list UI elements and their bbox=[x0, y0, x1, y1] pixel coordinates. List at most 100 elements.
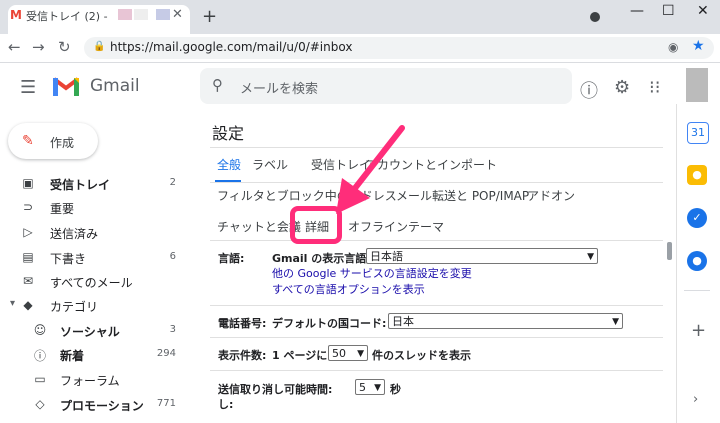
chevron-down-icon: ▼ bbox=[357, 349, 364, 359]
contacts-icon[interactable]: ● bbox=[687, 251, 707, 271]
view-icon[interactable]: ◉ bbox=[668, 40, 678, 54]
divider bbox=[210, 305, 663, 306]
send-icon: ▷ bbox=[23, 225, 33, 239]
keep-icon[interactable]: ● bbox=[687, 165, 707, 185]
all-mail-icon: ✉ bbox=[22, 274, 34, 288]
default-country-label: デフォルトの国コード: bbox=[272, 317, 387, 330]
forum-icon: ▭ bbox=[34, 372, 46, 386]
tasks-icon[interactable]: ✓ bbox=[687, 208, 707, 228]
sidebar-item-label: カテゴリ bbox=[50, 300, 99, 314]
draft-icon: ▤ bbox=[22, 250, 34, 264]
sidebar-item-label: 新着 bbox=[60, 349, 85, 363]
display-language-label: Gmail の表示言語: bbox=[272, 252, 371, 265]
blurred-text bbox=[156, 9, 170, 20]
page-size-select[interactable]: 50 ▼ bbox=[328, 345, 368, 361]
expand-arrow-icon[interactable]: ▾ bbox=[10, 298, 15, 309]
sidebar-item-count: 771 bbox=[156, 398, 176, 409]
settings-tab[interactable]: 全般 bbox=[217, 156, 241, 173]
settings-tab[interactable]: メール転送と POP/IMAP bbox=[396, 187, 529, 204]
undo-send-value: 5 bbox=[359, 381, 366, 394]
label-icon: ◆ bbox=[23, 298, 33, 312]
chevron-down-icon: ▼ bbox=[374, 383, 381, 393]
display-language-value: 日本語 bbox=[370, 250, 403, 263]
divider bbox=[210, 182, 663, 183]
blurred-text bbox=[134, 9, 148, 20]
default-country-value: 日本 bbox=[392, 315, 414, 328]
search-icon[interactable]: ⚲ bbox=[212, 76, 223, 94]
divider bbox=[210, 240, 663, 241]
avatar[interactable] bbox=[686, 68, 708, 102]
settings-tab[interactable]: アドオン bbox=[527, 187, 575, 204]
gmail-logo-text: Gmail bbox=[90, 76, 140, 96]
undo-send-select[interactable]: 5 ▼ bbox=[355, 379, 385, 395]
tab-title: 受信トレイ (2) - bbox=[26, 10, 108, 23]
page-title: 設定 bbox=[212, 124, 245, 143]
sidebar-item-label: 送信済み bbox=[50, 227, 99, 241]
settings-tab[interactable]: テーマ bbox=[408, 218, 444, 235]
divider bbox=[684, 290, 710, 291]
back-icon[interactable]: ← bbox=[8, 38, 21, 56]
chevron-down-icon: ▼ bbox=[612, 317, 619, 327]
sidebar-item-label: 受信トレイ bbox=[50, 178, 111, 192]
info-icon: ⓘ bbox=[33, 349, 46, 363]
page-size-suffix: 件のスレッドを表示 bbox=[372, 349, 471, 362]
page-size-prefix: 1 ページに bbox=[272, 349, 328, 362]
phone-label: 電話番号: bbox=[218, 317, 267, 330]
sidebar-item-label: 下書き bbox=[50, 252, 87, 266]
other-services-language-link[interactable]: 他の Google サービスの言語設定を変更 bbox=[272, 265, 472, 281]
undo-send-suffix: 秒 bbox=[390, 383, 401, 396]
inbox-icon: ▣ bbox=[22, 176, 34, 190]
search-input[interactable]: メールを検索 bbox=[240, 78, 318, 97]
profile-menu-icon[interactable] bbox=[590, 12, 600, 22]
divider bbox=[210, 337, 663, 338]
default-country-select[interactable]: 日本 ▼ bbox=[388, 313, 623, 329]
chevron-right-icon[interactable]: › bbox=[693, 392, 698, 407]
scrollbar-thumb[interactable] bbox=[667, 242, 672, 260]
sidebar-item-label: プロモーション bbox=[60, 399, 144, 413]
undo-send-label-2: し: bbox=[218, 398, 234, 411]
pencil-icon: ✎ bbox=[22, 133, 34, 149]
help-icon[interactable]: ⓘ bbox=[580, 77, 598, 103]
sidebar-item-label: ソーシャル bbox=[60, 325, 120, 339]
sidebar-item-count: 2 bbox=[169, 177, 176, 188]
settings-tab[interactable]: ラベル bbox=[252, 156, 288, 173]
bookmark-star-icon[interactable]: ★ bbox=[692, 38, 705, 54]
divider bbox=[210, 147, 663, 148]
settings-tab[interactable]: オフライン bbox=[348, 218, 408, 235]
settings-gear-icon[interactable]: ⚙ bbox=[614, 77, 630, 98]
maximize-icon[interactable]: ☐ bbox=[662, 3, 675, 19]
close-window-icon[interactable]: ✕ bbox=[697, 3, 709, 19]
tab-close-icon[interactable]: ✕ bbox=[172, 7, 183, 22]
gmail-favicon-icon: M bbox=[10, 8, 22, 22]
apps-grid-icon[interactable]: ⁝⁝ bbox=[649, 77, 660, 98]
undo-send-label: 送信取り消し可能時間: bbox=[218, 383, 333, 396]
social-icon: ☺ bbox=[33, 323, 47, 337]
reload-icon[interactable]: ↻ bbox=[58, 38, 71, 56]
lock-icon: 🔒 bbox=[93, 41, 106, 52]
settings-tab[interactable]: チャットと会議 bbox=[217, 218, 301, 235]
gmail-logo-icon bbox=[52, 77, 80, 96]
minimize-icon[interactable]: — bbox=[630, 3, 644, 19]
add-addon-icon[interactable]: + bbox=[691, 320, 706, 341]
all-language-options-link[interactable]: すべての言語オプションを表示 bbox=[272, 281, 425, 297]
main-menu-icon[interactable]: ☰ bbox=[20, 77, 36, 98]
page-size-label: 表示件数: bbox=[218, 349, 267, 362]
blurred-text bbox=[118, 9, 132, 20]
url-text: https://mail.google.com/mail/u/0/#inbox bbox=[110, 40, 353, 54]
forward-icon[interactable]: → bbox=[32, 38, 45, 56]
new-tab-icon[interactable]: + bbox=[202, 6, 217, 27]
sidebar-item-count: 6 bbox=[169, 251, 176, 262]
sidebar-item-count: 3 bbox=[169, 324, 176, 335]
language-label: 言語: bbox=[218, 252, 245, 265]
display-language-select[interactable]: 日本語 ▼ bbox=[366, 248, 598, 264]
page-size-value: 50 bbox=[332, 347, 346, 360]
important-icon: ⊃ bbox=[22, 200, 34, 214]
arrow-annotation-icon bbox=[336, 125, 405, 214]
sidebar-item-label: すべてのメール bbox=[50, 276, 133, 290]
compose-label: 作成 bbox=[50, 136, 75, 150]
divider bbox=[210, 370, 663, 371]
chevron-down-icon: ▼ bbox=[587, 252, 594, 262]
calendar-icon[interactable]: 31 bbox=[687, 122, 709, 144]
promotion-icon: ◇ bbox=[35, 397, 45, 411]
sidebar-item-count: 294 bbox=[156, 348, 176, 359]
